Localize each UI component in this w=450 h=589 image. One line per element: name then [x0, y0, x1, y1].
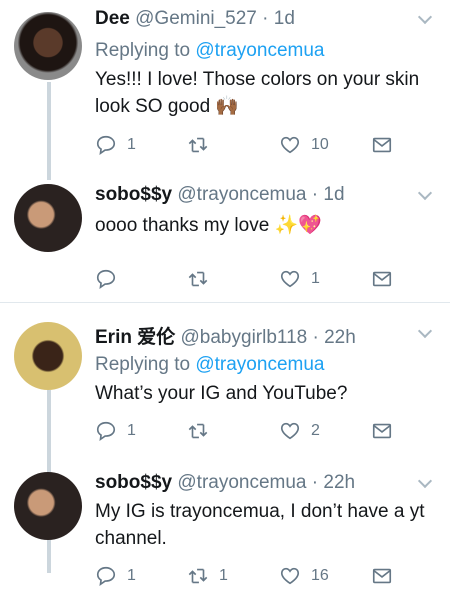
like-count: 16 [311, 567, 329, 584]
retweet-icon [187, 565, 209, 587]
dm-button[interactable] [371, 565, 393, 587]
retweet-icon [187, 134, 209, 156]
timestamp[interactable]: 22h [324, 327, 356, 348]
replying-to-link[interactable]: @trayoncemua [195, 40, 324, 61]
tweet-actions: 1 [95, 268, 395, 292]
reply-button[interactable]: 1 [95, 134, 136, 156]
replying-label: Replying to [95, 354, 196, 375]
handle[interactable]: @Gemini_527 [135, 8, 257, 29]
separator: · [262, 8, 269, 29]
reply-button[interactable] [95, 268, 127, 290]
replying-to-link[interactable]: @trayoncemua [195, 354, 324, 375]
like-icon [279, 268, 301, 290]
tweet-header: Dee @Gemini_527 · 1d [95, 8, 295, 30]
like-count: 1 [311, 270, 320, 287]
tweet-text: oooo thanks my love ✨💖 [95, 215, 322, 236]
divider [0, 302, 450, 303]
separator: · [311, 472, 319, 493]
replying-label: Replying to [95, 40, 196, 61]
tweet[interactable]: Erin 爱伦 @babygirlb118 · 22h Replying to … [0, 314, 450, 450]
retweet-button[interactable] [187, 134, 219, 156]
like-count: 10 [311, 136, 329, 153]
retweet-icon [187, 420, 209, 442]
reply-icon [95, 565, 117, 587]
retweet-icon [187, 268, 209, 290]
dm-button[interactable] [371, 420, 393, 442]
avatar[interactable] [14, 322, 82, 390]
like-icon [279, 134, 301, 156]
separator: · [311, 184, 319, 205]
tweet[interactable]: sobo$$y @trayoncemua · 22h My IG is tray… [0, 464, 450, 573]
replying-to: Replying to @trayoncemua [95, 40, 324, 62]
separator: · [312, 327, 319, 348]
dm-button[interactable] [371, 134, 393, 156]
tweet-text: What’s your IG and YouTube? [95, 383, 348, 404]
reply-count: 1 [127, 422, 136, 439]
tweet-header: Erin 爱伦 @babygirlb118 · 22h [95, 322, 356, 349]
handle[interactable]: @babygirlb118 [181, 327, 308, 348]
reply-icon [95, 134, 117, 156]
tweet[interactable]: sobo$$y @trayoncemua · 1d oooo thanks my… [0, 176, 450, 302]
tweet[interactable]: Dee @Gemini_527 · 1d Replying to @trayon… [0, 0, 450, 160]
replying-to: Replying to @trayoncemua [95, 354, 324, 376]
handle[interactable]: @trayoncemua [177, 472, 306, 493]
chevron-down-icon[interactable] [417, 9, 433, 25]
display-name[interactable]: Erin 爱伦 [95, 327, 175, 348]
display-name[interactable]: sobo$$y [95, 184, 172, 205]
tweet-actions: 1 1 16 [95, 565, 395, 589]
tweet-actions: 1 2 [95, 420, 395, 444]
chevron-down-icon[interactable] [417, 185, 433, 201]
tweet-text: My IG is trayoncemua, I don’t have a yt … [95, 501, 425, 549]
display-name[interactable]: Dee [95, 8, 130, 29]
reply-button[interactable]: 1 [95, 420, 136, 442]
chevron-down-icon[interactable] [417, 323, 433, 339]
tweet-actions: 1 10 [95, 134, 395, 158]
dm-icon [371, 268, 393, 290]
like-icon [279, 565, 301, 587]
avatar[interactable] [14, 12, 82, 80]
dm-icon [371, 134, 393, 156]
handle[interactable]: @trayoncemua [177, 184, 306, 205]
avatar[interactable] [14, 184, 82, 252]
like-button[interactable]: 2 [279, 420, 320, 442]
timestamp[interactable]: 1d [323, 184, 344, 205]
reply-count: 1 [127, 136, 136, 153]
reply-icon [95, 268, 117, 290]
retweet-button[interactable]: 1 [187, 565, 228, 587]
reply-count: 1 [127, 567, 136, 584]
display-name[interactable]: sobo$$y [95, 472, 172, 493]
retweet-button[interactable] [187, 420, 219, 442]
retweet-button[interactable] [187, 268, 219, 290]
tweet-header: sobo$$y @trayoncemua · 22h [95, 472, 355, 494]
like-count: 2 [311, 422, 320, 439]
like-button[interactable]: 1 [279, 268, 320, 290]
dm-button[interactable] [371, 268, 393, 290]
like-button[interactable]: 10 [279, 134, 329, 156]
timestamp[interactable]: 1d [274, 8, 295, 29]
tweet-header: sobo$$y @trayoncemua · 1d [95, 184, 345, 206]
retweet-count: 1 [219, 567, 228, 584]
like-button[interactable]: 16 [279, 565, 329, 587]
like-icon [279, 420, 301, 442]
reply-button[interactable]: 1 [95, 565, 136, 587]
dm-icon [371, 420, 393, 442]
reply-icon [95, 420, 117, 442]
chevron-down-icon[interactable] [417, 473, 433, 489]
tweet-text: Yes!!! I love! Those colors on your skin… [95, 69, 420, 117]
timestamp[interactable]: 22h [323, 472, 355, 493]
avatar[interactable] [14, 472, 82, 540]
dm-icon [371, 565, 393, 587]
